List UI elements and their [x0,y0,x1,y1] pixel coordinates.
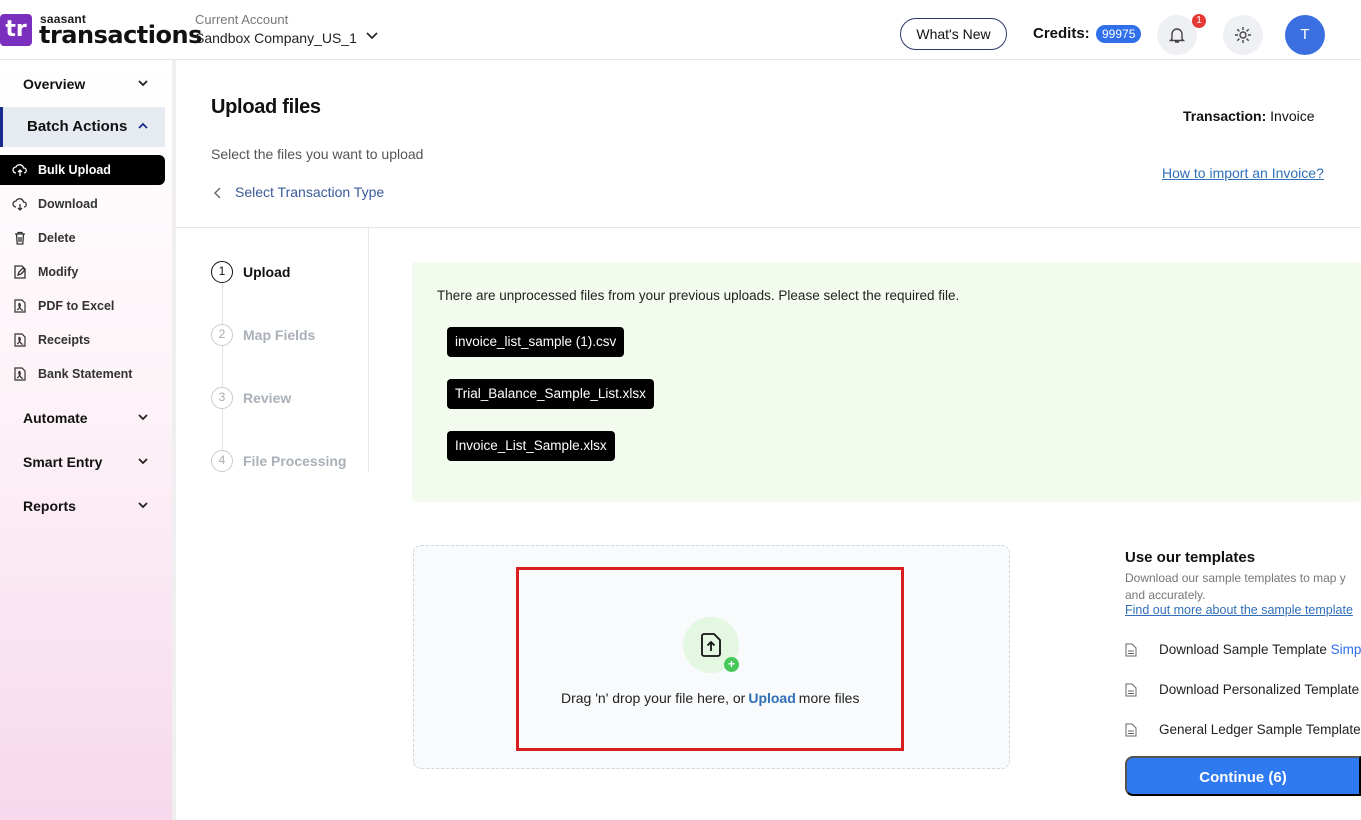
back-link-label: Select Transaction Type [235,184,385,200]
sidebar-item-label: Delete [38,231,76,245]
receipt-icon [14,333,26,347]
sidebar-item-label: Bulk Upload [38,163,111,177]
sidebar-item-pdf-to-excel[interactable]: PDF to Excel [0,291,165,321]
download-personalized-template-row[interactable]: Download Personalized Template ( [1125,681,1361,701]
sidebar-item-label: Automate [23,410,88,426]
template-label: Download Sample Template [1159,642,1327,657]
sidebar-item-overview[interactable]: Overview [0,64,165,104]
sidebar-item-label: Reports [23,498,76,514]
step-number: 1 [211,261,233,283]
sidebar-item-label: Download [38,197,98,211]
step-label: File Processing [243,453,347,469]
sidebar-divider [172,60,176,820]
top-header: tr saasant transactions Current Account … [0,0,1361,60]
notification-count-badge: 1 [1192,14,1206,28]
settings-button[interactable] [1223,15,1263,55]
chevron-down-icon[interactable] [364,28,380,44]
templates-desc-line: and accurately. [1125,588,1206,602]
current-account-label: Current Account [195,12,289,27]
whats-new-button[interactable]: What's New [900,18,1007,50]
sidebar-item-smart-entry[interactable]: Smart Entry [0,442,165,482]
notifications-button[interactable] [1157,15,1197,55]
transaction-value: Invoice [1270,108,1315,124]
template-label: Download Personalized Template [1159,682,1360,697]
sidebar-item-bank-statement[interactable]: Bank Statement [0,359,165,389]
steps-divider [368,228,369,472]
chevron-up-icon [138,122,148,129]
credits-badge: 99975 [1096,25,1142,43]
unprocessed-message: There are unprocessed files from your pr… [437,288,960,303]
main-divider [176,227,1361,228]
sidebar-item-download[interactable]: Download [0,189,165,219]
plus-icon: + [724,657,739,672]
cloud-download-icon [12,198,27,211]
sidebar-item-delete[interactable]: Delete [0,223,165,253]
chevron-left-icon [214,187,221,199]
step-label: Review [243,390,292,406]
bell-icon [1168,28,1186,43]
logo-name[interactable]: transactions [39,21,202,49]
gear-icon [1235,27,1251,43]
step-label: Map Fields [243,327,316,343]
sidebar-item-automate[interactable]: Automate [0,398,165,438]
page-subtitle: Select the files you want to upload [211,146,424,162]
avatar[interactable]: T [1285,15,1325,55]
templates-title: Use our templates [1125,549,1256,566]
document-icon [1125,723,1137,737]
chevron-down-icon [138,502,148,509]
general-ledger-template-row[interactable]: General Ledger Sample Template ( [1125,721,1361,741]
document-icon [1125,683,1137,697]
page-title: Upload files [211,96,321,118]
templates-desc-line: Download our sample templates to map y [1125,571,1346,585]
step-label: Upload [243,264,291,280]
step-number: 4 [211,450,233,472]
upload-link[interactable]: Upload [748,690,795,706]
logo-badge[interactable]: tr [0,14,32,46]
sidebar-item-reports[interactable]: Reports [0,486,165,526]
step-number: 3 [211,387,233,409]
file-chip[interactable]: invoice_list_sample (1).csv [447,327,625,357]
sidebar-item-bulk-upload[interactable]: Bulk Upload [0,155,165,185]
step-number: 2 [211,324,233,346]
templates-description: Download our sample templates to map y a… [1125,570,1361,604]
continue-button[interactable]: Continue (6) [1125,756,1361,796]
account-selector[interactable]: Sandbox Company_US_1 [195,30,357,46]
sidebar-item-label: Modify [38,265,79,279]
dropzone-text: Drag 'n' drop your file here, or Upload mo… [561,690,859,706]
sidebar-item-receipts[interactable]: Receipts [0,325,165,355]
transaction-type: Transaction: Invoice [1183,108,1315,124]
pdf-icon [14,299,26,313]
chevron-down-icon [138,414,148,421]
statement-icon [14,367,26,381]
sidebar-item-label: Batch Actions [27,118,128,135]
file-chip[interactable]: Trial_Balance_Sample_List.xlsx [447,379,654,409]
template-label: General Ledger Sample Template [1159,722,1361,737]
transaction-label: Transaction: [1183,108,1267,124]
download-sample-template-row[interactable]: Download Sample Template Simpl [1125,641,1361,661]
template-accent: Simpl [1330,642,1361,657]
cloud-upload-icon [12,164,27,176]
file-chip[interactable]: Invoice_List_Sample.xlsx [447,431,615,461]
sidebar-item-batch-actions[interactable]: Batch Actions [0,107,165,147]
sidebar-item-modify[interactable]: Modify [0,257,165,287]
dropzone-text-after: more files [798,690,860,706]
templates-info-link[interactable]: Find out more about the sample template [1125,603,1361,617]
sidebar-item-label: Overview [23,76,86,92]
document-icon [1125,643,1137,657]
sidebar-item-label: Receipts [38,333,91,347]
dropzone-text-before: Drag 'n' drop your file here, or [561,690,746,706]
chevron-down-icon [138,80,148,87]
edit-icon [14,265,26,279]
step-connector [222,283,223,451]
chevron-down-icon [138,458,148,465]
credits-label: Credits: [1033,25,1090,42]
sidebar-item-label: Bank Statement [38,367,133,381]
upload-file-icon [701,633,721,657]
howto-link[interactable]: How to import an Invoice? [1162,165,1324,181]
trash-icon [15,231,25,245]
sidebar-item-label: Smart Entry [23,454,103,470]
sidebar-item-label: PDF to Excel [38,299,115,313]
